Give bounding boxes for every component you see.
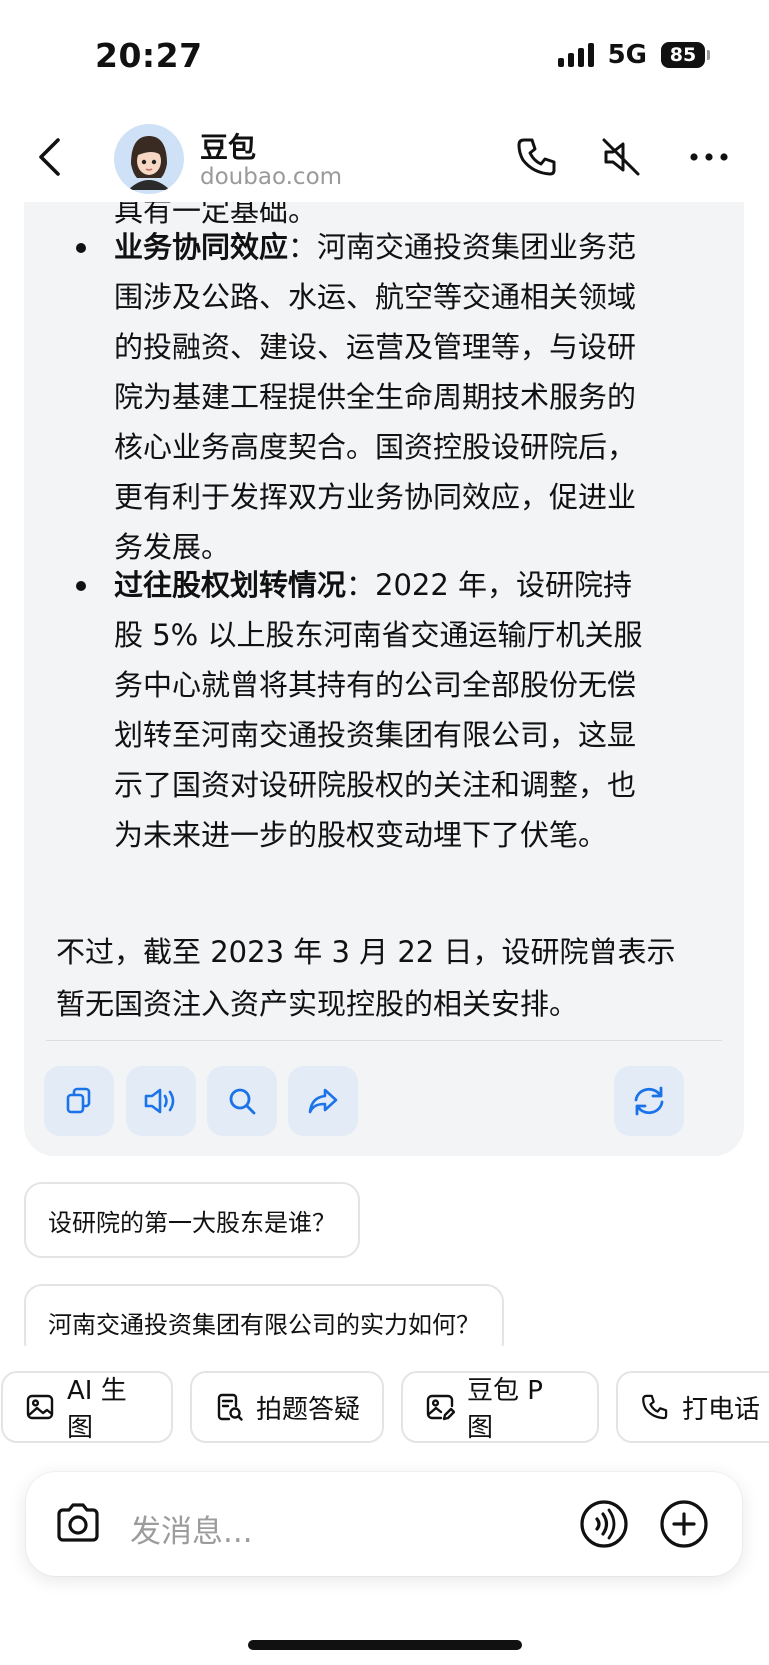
quick-action-photo-question[interactable]: 拍题答疑	[190, 1371, 384, 1443]
quick-action-call[interactable]: 打电话	[616, 1371, 769, 1443]
share-icon	[308, 1088, 338, 1114]
home-indicator	[248, 1640, 522, 1650]
closing-paragraph: 不过，截至 2023 年 3 月 22 日，设研院曾表示 暂无国资注入资产实现控…	[56, 926, 726, 1030]
quick-action-label: 打电话	[682, 1394, 761, 1425]
bot-name: 豆包	[200, 131, 257, 164]
bullet-line: 围涉及公路、水运、航空等交通相关领域	[114, 280, 637, 314]
mute-icon[interactable]	[598, 134, 644, 180]
quick-action-label: AI 生图	[67, 1376, 127, 1443]
more-icon[interactable]	[686, 134, 732, 180]
bullet-line: ：河南交通投资集团业务范	[288, 230, 637, 264]
image-icon	[26, 1394, 54, 1420]
suggestion-label: 设研院的第一大股东是谁？	[48, 1208, 336, 1237]
bullet-title: 业务协同效应	[114, 230, 289, 264]
signal-icon	[557, 43, 594, 67]
bullet-dot	[76, 581, 86, 591]
search-button[interactable]	[207, 1066, 277, 1136]
battery-icon: 85	[661, 42, 710, 68]
message-input[interactable]: 发消息...	[130, 1506, 253, 1551]
search-icon	[229, 1088, 256, 1115]
speaker-icon	[144, 1088, 175, 1114]
bullet-line: 院为基建工程提供全生命周期技术服务的	[114, 380, 637, 414]
bullet-line: 核心业务高度契合。国资控股设研院后，	[114, 430, 637, 464]
network-label: 5G	[607, 40, 647, 70]
bot-domain: doubao.com	[200, 164, 343, 190]
list-fade	[0, 1346, 769, 1370]
paragraph-line: 不过，截至 2023 年 3 月 22 日，设研院曾表示	[56, 935, 676, 969]
bullet-line: 的投融资、建设、运营及管理等，与设研	[114, 330, 637, 364]
battery-level: 85	[669, 44, 697, 66]
plus-icon[interactable]	[658, 1498, 710, 1550]
suggestion-label: 河南交通投资集团有限公司的实力如何？	[48, 1310, 480, 1339]
read-aloud-button[interactable]	[126, 1066, 196, 1136]
regenerate-icon	[634, 1086, 664, 1116]
bullet-line: 为未来进一步的股权变动埋下了伏笔。	[114, 818, 608, 852]
bullet-item: 业务协同效应：河南交通投资集团业务范 围涉及公路、水运、航空等交通相关领域 的投…	[76, 222, 734, 572]
bullet-title: 过往股权划转情况	[114, 568, 347, 602]
regenerate-button[interactable]	[614, 1066, 684, 1136]
avatar[interactable]	[114, 124, 184, 194]
bullet-line: ：2022 年，设研院持	[346, 568, 633, 602]
bullet-dot	[76, 243, 86, 253]
quick-action-label: 豆包 P 图	[467, 1376, 543, 1443]
copy-button[interactable]	[44, 1066, 114, 1136]
quick-action-label: 拍题答疑	[256, 1394, 361, 1425]
photo-edit-icon	[426, 1394, 455, 1421]
assistant-message-card: 具有一定基础。 业务协同效应：河南交通投资集团业务范 围涉及公路、水运、航空等交…	[24, 150, 744, 1156]
status-indicators: 5G 85	[557, 40, 710, 70]
camera-icon[interactable]	[52, 1498, 104, 1550]
bullet-line: 股 5% 以上股东河南省交通运输厅机关服	[114, 618, 643, 652]
scan-question-icon	[217, 1393, 243, 1421]
bullet-line: 划转至河南交通投资集团有限公司，这显	[114, 718, 637, 752]
paragraph-line: 暂无国资注入资产实现控股的相关安排。	[56, 987, 579, 1021]
back-icon[interactable]	[30, 134, 70, 180]
bullet-line: 更有利于发挥双方业务协同效应，促进业	[114, 480, 637, 514]
phone-icon[interactable]	[514, 134, 560, 180]
message-composer: 发消息...	[26, 1472, 742, 1576]
quick-action-doubao-p-image[interactable]: 豆包 P 图	[401, 1371, 599, 1443]
bullet-item: 过往股权划转情况：2022 年，设研院持 股 5% 以上股东河南省交通运输厅机关…	[76, 560, 734, 860]
bullet-line: 示了国资对设研院股权的关注和调整，也	[114, 768, 637, 802]
voice-icon[interactable]	[578, 1498, 630, 1550]
bullet-line: 务中心就曾将其持有的公司全部股份无偿	[114, 668, 637, 702]
status-time: 20:27	[95, 36, 203, 75]
quick-action-ai-image[interactable]: AI 生图	[1, 1371, 173, 1443]
phone-icon	[642, 1394, 668, 1420]
copy-icon	[66, 1087, 91, 1114]
chat-header: 豆包 doubao.com	[0, 112, 769, 202]
share-button[interactable]	[288, 1066, 358, 1136]
divider	[46, 1040, 722, 1041]
avatar-image	[114, 124, 184, 194]
suggestion-chip[interactable]: 设研院的第一大股东是谁？	[24, 1182, 360, 1258]
